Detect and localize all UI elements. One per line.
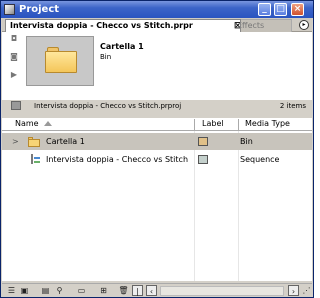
folder-icon — [28, 137, 40, 147]
find-icon[interactable]: ⚲ — [54, 285, 65, 296]
tab-effects-label: Effects — [237, 21, 265, 30]
new-item-icon[interactable]: ⊞ — [98, 285, 109, 296]
automate-to-sequence-icon[interactable]: ▤ — [40, 285, 51, 296]
app-icon — [4, 4, 15, 15]
preview-side-icons: ◘ ◙ ▶ — [9, 34, 21, 88]
project-path-bar: Intervista doppia - Checco vs Stitch.prp… — [2, 100, 312, 112]
column-header-row: Name Label Media Type — [2, 118, 312, 131]
preview-item-type: Bin — [100, 53, 112, 61]
scroll-left-end-icon[interactable]: | — [132, 285, 143, 296]
expand-triangle-icon[interactable]: > — [12, 133, 19, 150]
minimize-button[interactable]: _ — [258, 3, 271, 16]
item-count: 2 items — [279, 102, 306, 110]
column-header-label[interactable]: Label — [198, 118, 224, 131]
play-icon[interactable]: ▶ — [9, 70, 19, 80]
folder-icon — [45, 47, 77, 73]
item-media-type: Sequence — [240, 155, 280, 164]
label-color-swatch[interactable] — [198, 155, 208, 164]
poster-frame-icon[interactable]: ◘ — [9, 34, 19, 44]
list-view-icon[interactable]: ☰ — [6, 285, 17, 296]
window-title: Project — [19, 4, 60, 15]
resize-grip-icon[interactable]: ⋰ — [301, 285, 312, 296]
title-bar[interactable]: Project _ □ × — [1, 1, 313, 18]
preview-thumbnail — [26, 36, 94, 86]
preview-item-name: Cartella 1 — [100, 42, 144, 51]
scroll-left-icon[interactable]: ‹ — [146, 285, 157, 296]
project-item-list: > Cartella 1 Bin Intervista doppia - Che… — [2, 131, 312, 281]
list-item[interactable]: Intervista doppia - Checco vs Stitch Seq… — [2, 151, 312, 168]
sort-ascending-icon — [44, 121, 52, 126]
project-file-icon — [11, 101, 21, 110]
tab-close-icon[interactable]: ⊠ — [234, 21, 240, 31]
camera-icon[interactable]: ◙ — [9, 52, 19, 62]
item-name: Intervista doppia - Checco vs Stitch — [46, 155, 189, 164]
item-name: Cartella 1 — [46, 137, 85, 146]
item-media-type: Bin — [240, 137, 253, 146]
project-file-name: Intervista doppia - Checco vs Stitch.prp… — [34, 102, 182, 110]
tab-project[interactable]: Intervista doppia - Checco vs Stitch.prp… — [5, 19, 241, 32]
column-separator — [238, 119, 239, 130]
list-item[interactable]: > Cartella 1 Bin — [2, 133, 312, 150]
close-button[interactable]: × — [291, 3, 304, 16]
tab-project-label: Intervista doppia - Checco vs Stitch.prp… — [10, 21, 193, 30]
label-color-swatch[interactable] — [198, 137, 208, 146]
maximize-button[interactable]: □ — [274, 3, 287, 16]
column-separator — [194, 119, 195, 130]
horizontal-scrollbar[interactable] — [160, 286, 284, 296]
column-header-media-type[interactable]: Media Type — [241, 118, 290, 131]
new-bin-icon[interactable]: ▭ — [76, 285, 87, 296]
panel-tab-bar: Effects Intervista doppia - Checco vs St… — [2, 18, 312, 32]
panel-footer-toolbar: ☰ ▣ ▤ ⚲ ▭ ⊞ 🗑 | ‹ › ⋰ — [2, 283, 312, 297]
scroll-right-icon[interactable]: › — [288, 285, 299, 296]
sequence-icon — [30, 154, 40, 165]
clear-icon[interactable]: 🗑 — [118, 285, 129, 296]
icon-view-icon[interactable]: ▣ — [19, 285, 30, 296]
panel-menu-icon[interactable]: ▸ — [299, 20, 309, 30]
project-panel-window: Project _ □ × Effects Intervista doppia … — [0, 0, 314, 298]
column-header-name[interactable]: Name — [11, 118, 39, 131]
